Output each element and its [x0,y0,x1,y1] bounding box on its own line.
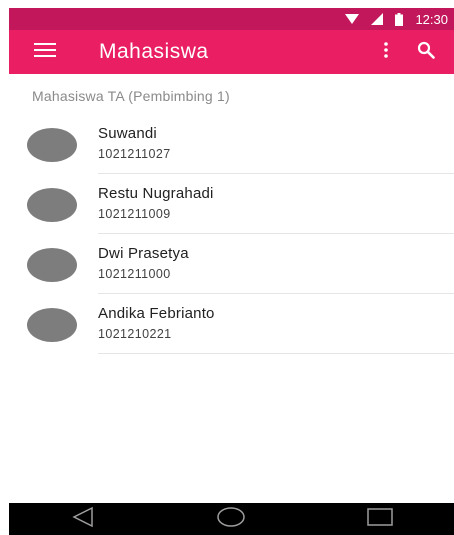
wifi-icon [345,13,360,25]
back-button[interactable] [53,503,113,535]
list-subheader: Mahasiswa TA (Pembimbing 1) [32,88,230,104]
avatar [27,128,77,162]
screen: 12:30 Mahasiswa Mahasiswa TA (Pembimbing… [0,0,454,535]
student-name: Suwandi [98,125,157,142]
avatar [27,248,77,282]
battery-icon [395,12,404,26]
recents-icon [367,507,393,531]
student-list: Suwandi 1021211027 Restu Nugrahadi 10212… [9,114,454,354]
student-nim: 1021211009 [98,207,171,221]
page-title: Mahasiswa [99,40,209,63]
status-time: 12:30 [415,11,448,27]
student-name: Dwi Prasetya [98,245,189,262]
list-item[interactable]: Andika Febrianto 1021210221 [9,294,454,354]
search-icon [417,41,435,64]
avatar [27,188,77,222]
student-name: Andika Febrianto [98,305,215,322]
home-button[interactable] [201,503,261,535]
back-icon [72,506,94,532]
search-button[interactable] [406,30,446,74]
avatar [27,308,77,342]
overflow-menu-button[interactable] [366,30,406,74]
app-bar: Mahasiswa [9,30,454,74]
menu-button[interactable] [23,30,67,74]
list-item[interactable]: Restu Nugrahadi 1021211009 [9,174,454,234]
student-nim: 1021211027 [98,147,171,161]
student-name: Restu Nugrahadi [98,185,214,202]
recents-button[interactable] [350,503,410,535]
student-nim: 1021211000 [98,267,171,281]
status-bar: 12:30 [9,8,454,30]
hamburger-menu-icon [34,42,56,62]
home-icon [217,506,246,532]
divider [98,353,454,354]
student-nim: 1021210221 [98,327,172,341]
list-item[interactable]: Suwandi 1021211027 [9,114,454,174]
signal-icon [371,13,384,25]
navigation-bar [9,503,454,535]
more-vert-icon [384,41,388,63]
list-item[interactable]: Dwi Prasetya 1021211000 [9,234,454,294]
